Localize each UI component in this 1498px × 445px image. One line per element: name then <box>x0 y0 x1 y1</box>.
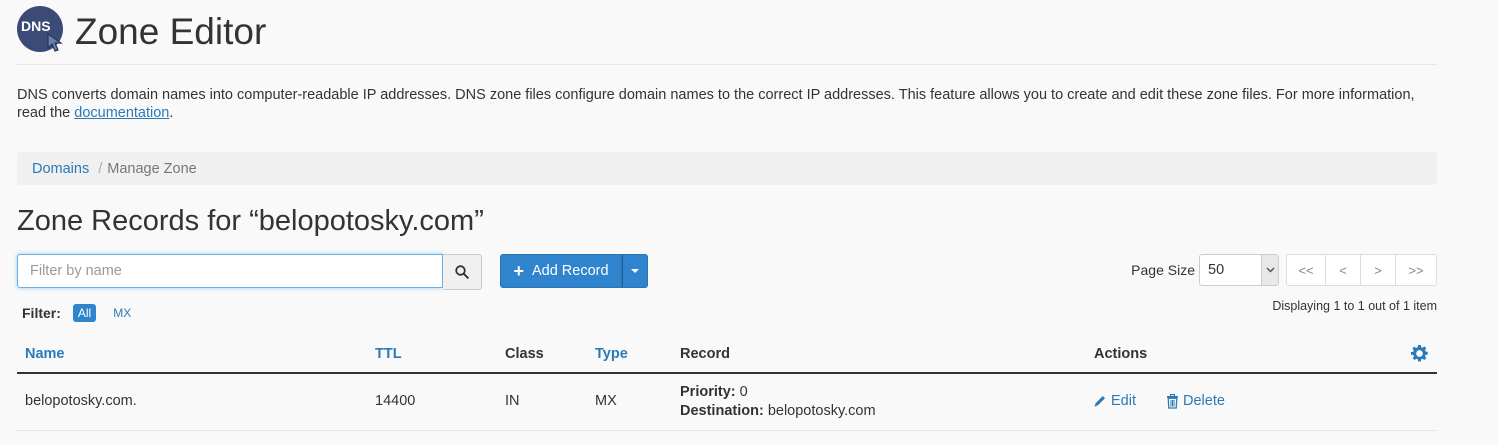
filter-all[interactable]: All <box>72 304 97 322</box>
column-class: Class <box>505 346 544 362</box>
last-page-button[interactable]: >> <box>1395 254 1437 286</box>
description-text: DNS converts domain names into computer-… <box>17 87 1415 121</box>
page-title: Zone Editor <box>75 10 267 52</box>
pagination-area: Page Size 50 << < > >> <box>1131 254 1437 286</box>
record-details: Priority: 0 Destination: belopotosky.com <box>680 383 876 421</box>
pager: << < > >> <box>1286 254 1437 286</box>
record-priority: Priority: 0 <box>680 383 876 402</box>
gear-icon[interactable] <box>1410 344 1429 367</box>
dns-logo: DNS <box>17 6 63 52</box>
breadcrumb-current: Manage Zone <box>107 160 197 177</box>
next-page-button[interactable]: > <box>1360 254 1396 286</box>
destination-value: belopotosky.com <box>767 403 876 419</box>
search-input[interactable] <box>17 254 443 288</box>
page: DNS Zone Editor DNS converts domain name… <box>0 0 1498 445</box>
table-header: Name TTL Class Type Record Actions <box>17 338 1437 374</box>
search-button[interactable] <box>443 254 482 290</box>
header: DNS Zone Editor <box>17 6 266 52</box>
priority-label: Priority: <box>680 384 736 400</box>
add-record-label: Add Record <box>531 263 609 279</box>
column-record: Record <box>680 346 730 362</box>
breadcrumb: Domains / Manage Zone <box>17 152 1437 185</box>
filter-row: Filter: All MX <box>22 304 148 322</box>
description-suffix: . <box>169 105 174 121</box>
delete-label: Delete <box>1183 393 1225 409</box>
search-icon <box>455 265 469 279</box>
priority-value: 0 <box>739 384 748 400</box>
add-record-button[interactable]: + Add Record <box>500 254 622 288</box>
destination-label: Destination: <box>680 403 764 419</box>
delete-action[interactable]: Delete <box>1166 393 1225 413</box>
edit-label: Edit <box>1111 393 1136 409</box>
filter-label: Filter: <box>22 305 61 321</box>
column-type[interactable]: Type <box>595 346 628 362</box>
edit-link[interactable]: Edit <box>1093 393 1136 409</box>
caret-down-icon <box>631 269 639 273</box>
zone-records-title: Zone Records for “belopotosky.com” <box>17 205 484 237</box>
breadcrumb-domains-link[interactable]: Domains <box>32 161 89 177</box>
page-size-select[interactable]: 50 <box>1199 254 1279 286</box>
record-ttl: 14400 <box>375 393 416 409</box>
documentation-link[interactable]: documentation <box>74 105 169 121</box>
record-name: belopotosky.com. <box>25 393 137 409</box>
column-name[interactable]: Name <box>25 346 65 362</box>
first-page-button[interactable]: << <box>1286 254 1326 286</box>
page-size-value: 50 <box>1208 262 1225 278</box>
page-size-label: Page Size <box>1131 262 1195 278</box>
column-actions: Actions <box>1094 346 1148 362</box>
add-record-group: + Add Record <box>500 254 648 288</box>
filter-mx[interactable]: MX <box>108 304 136 322</box>
cursor-icon <box>47 32 63 52</box>
pencil-icon <box>1094 396 1105 407</box>
table-row: belopotosky.com. 14400 IN MX Priority: 0… <box>17 374 1437 431</box>
add-record-dropdown-toggle[interactable] <box>622 254 648 288</box>
edit-action[interactable]: Edit <box>1093 393 1136 412</box>
header-divider <box>17 64 1437 65</box>
trash-icon <box>1167 393 1178 409</box>
breadcrumb-separator: / <box>98 160 103 177</box>
search-group <box>17 254 482 290</box>
display-info: Displaying 1 to 1 out of 1 item <box>1272 299 1437 313</box>
record-type: MX <box>595 393 617 409</box>
column-ttl[interactable]: TTL <box>375 346 402 362</box>
chevron-down-icon <box>1261 255 1278 285</box>
record-class: IN <box>505 393 520 409</box>
plus-icon: + <box>513 261 524 281</box>
previous-page-button[interactable]: < <box>1325 254 1361 286</box>
description: DNS converts domain names into computer-… <box>17 86 1437 122</box>
delete-link[interactable]: Delete <box>1166 393 1225 409</box>
record-destination: Destination: belopotosky.com <box>680 402 876 421</box>
